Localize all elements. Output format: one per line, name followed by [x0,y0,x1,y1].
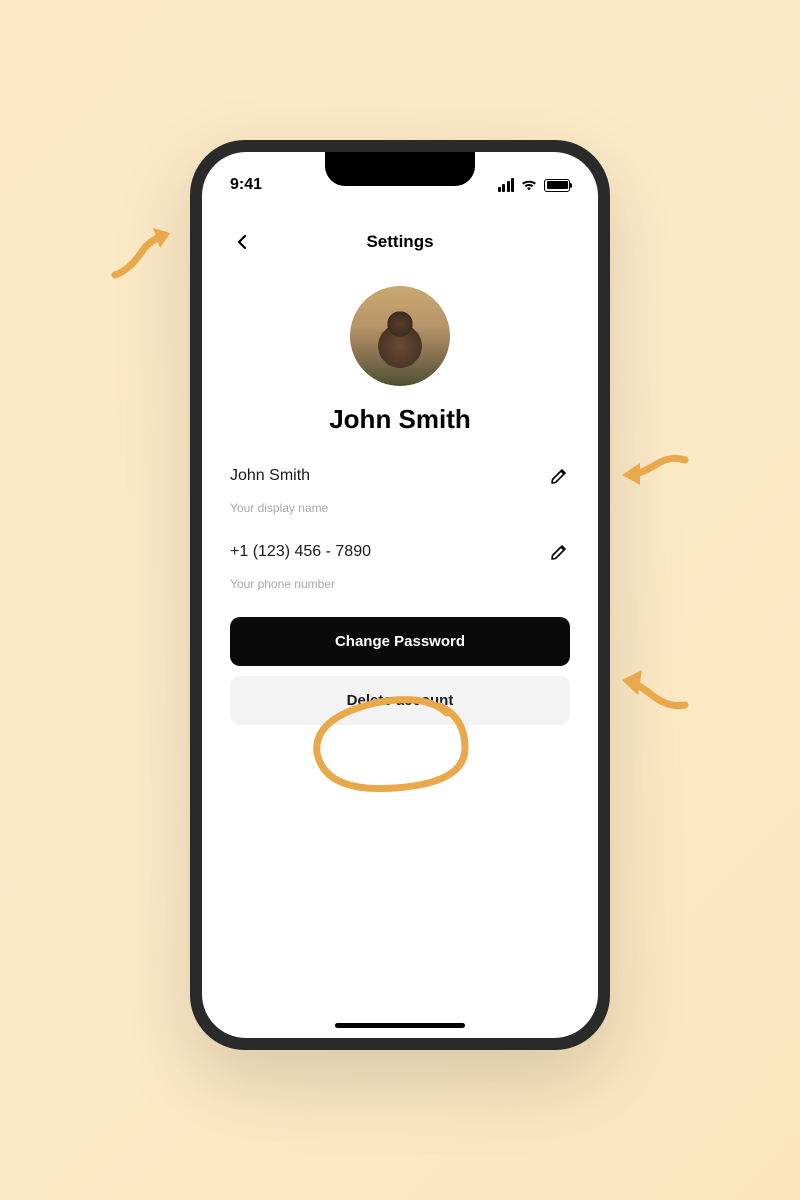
phone-value: +1 (123) 456 - 7890 [230,543,371,561]
profile-name: John Smith [202,404,598,435]
display-name-value: John Smith [230,467,310,485]
settings-content: John Smith Your display name +1 (123) 45… [202,465,598,735]
display-name-hint: Your display name [230,501,570,515]
phone-screen: 9:41 Settings John Smith [202,152,598,1038]
page-header: Settings [202,210,598,274]
annotation-arrow-icon [610,445,695,510]
annotation-arrow-icon [610,660,695,720]
status-time: 9:41 [230,176,262,194]
back-button[interactable] [230,230,254,254]
change-password-button[interactable]: Change Password [230,617,570,666]
page-title: Settings [366,232,433,252]
phone-row: +1 (123) 456 - 7890 [230,541,570,563]
edit-display-name-button[interactable] [548,465,570,487]
annotation-arrow-icon [105,220,185,290]
battery-icon [544,179,570,192]
phone-notch [325,152,475,186]
cellular-signal-icon [498,178,515,192]
avatar[interactable] [350,286,450,386]
status-indicators [498,178,571,192]
delete-account-button[interactable]: Delete account [230,676,570,725]
phone-frame: 9:41 Settings John Smith [190,140,610,1050]
home-indicator[interactable] [335,1023,465,1028]
display-name-row: John Smith [230,465,570,487]
wifi-icon [520,178,538,192]
pencil-icon [550,543,568,561]
pencil-icon [550,467,568,485]
edit-phone-button[interactable] [548,541,570,563]
phone-hint: Your phone number [230,577,570,591]
chevron-left-icon [237,234,247,250]
